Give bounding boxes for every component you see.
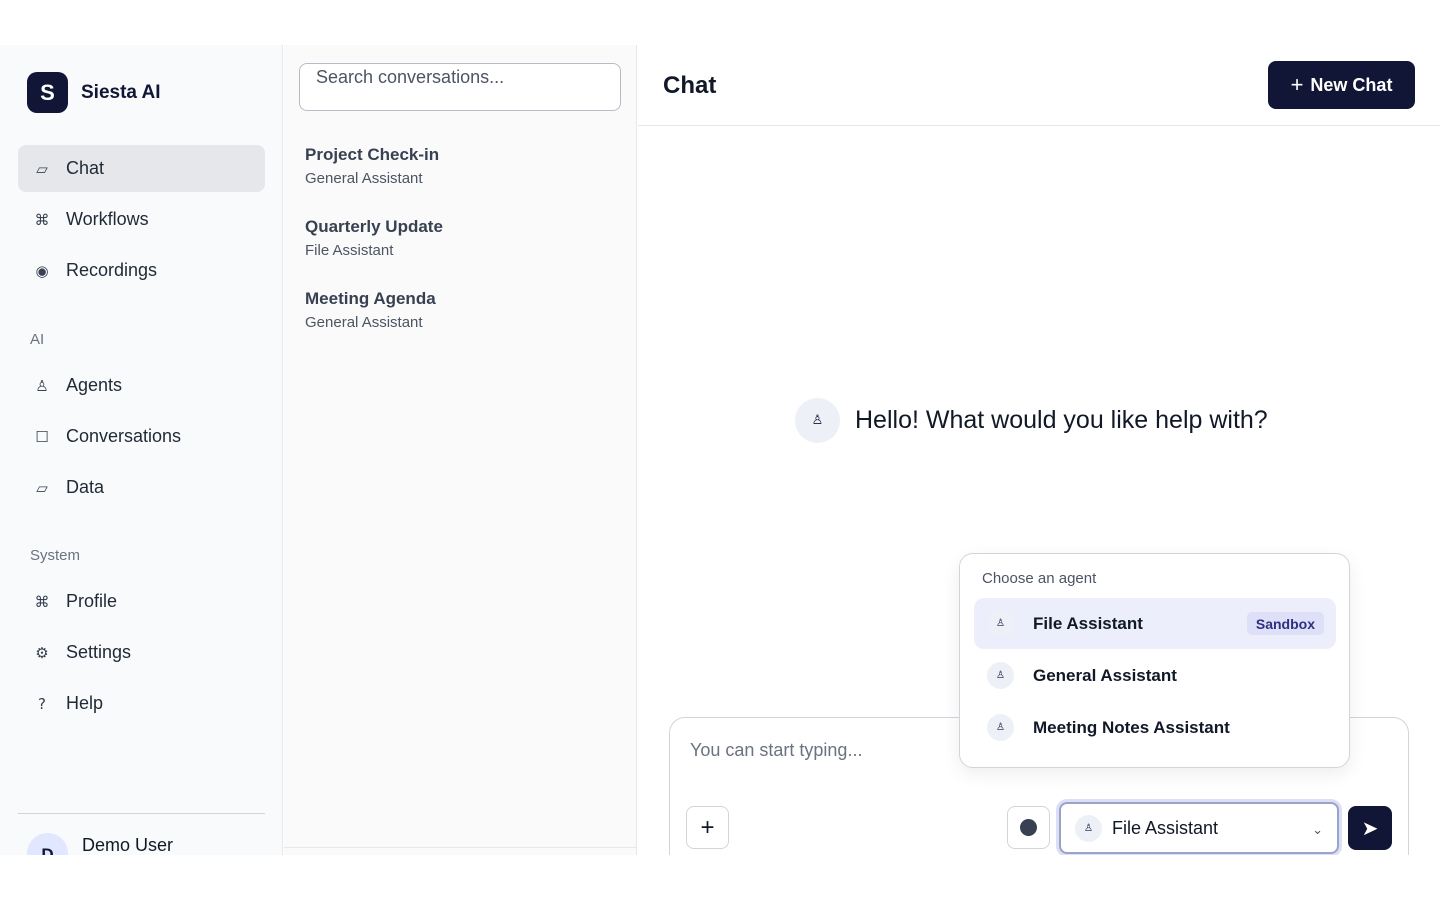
ai-nav: ♙ Agents ☐ Conversations ▱ Data [18, 362, 265, 515]
sidebar-item-agents[interactable]: ♙ Agents [18, 362, 265, 409]
agent-option-label: File Assistant [1033, 613, 1143, 633]
greeting: ♙ Hello! What would you like help with? [795, 398, 1268, 443]
conversation-agent: General Assistant [305, 170, 423, 187]
agent-dropdown: Choose an agent ♙ File Assistant Sandbox… [959, 553, 1350, 768]
agent-icon: ♙ [987, 610, 1014, 637]
list-item[interactable]: Quarterly Update File Assistant [305, 217, 615, 289]
list-item[interactable]: Project Check-in General Assistant [305, 145, 615, 217]
square-icon: ☐ [35, 427, 49, 446]
sidebar-item-workflows[interactable]: ⌘ Workflows [18, 196, 265, 243]
sidebar-item-data[interactable]: ▱ Data [18, 464, 265, 511]
selected-agent-label: File Assistant [1112, 817, 1219, 838]
section-label-system: System [30, 547, 81, 564]
command-icon: ⌘ [34, 592, 50, 611]
agent-option-file-assistant[interactable]: ♙ File Assistant Sandbox [974, 598, 1336, 649]
sidebar-item-profile[interactable]: ⌘ Profile [18, 578, 265, 625]
sidebar-item-label: Profile [66, 591, 118, 611]
attach-button[interactable]: + [686, 806, 729, 849]
greeting-text: Hello! What would you like help with? [855, 406, 1268, 434]
agent-icon: ♙ [35, 376, 49, 395]
search-input[interactable] [299, 63, 621, 111]
conversation-title: Project Check-in [305, 145, 440, 164]
command-icon: ⌘ [34, 210, 50, 229]
panel-divider [284, 847, 637, 848]
agent-icon: ♙ [1075, 814, 1102, 842]
chevron-down-icon: ⌄ [1312, 823, 1323, 838]
main-nav: ▱ Chat ⌘ Workflows ◉ Recordings [18, 145, 265, 298]
conversation-list: Project Check-in General Assistant Quart… [305, 145, 615, 361]
conversation-title: Meeting Agenda [305, 289, 436, 308]
sidebar-item-label: Agents [66, 375, 123, 395]
sidebar-item-label: Chat [66, 158, 105, 178]
agent-option-meeting-notes-assistant[interactable]: ♙ Meeting Notes Assistant [974, 702, 1336, 753]
status-badge: Sandbox [1246, 612, 1324, 635]
conversation-panel: Project Check-in General Assistant Quart… [284, 45, 637, 855]
agent-option-label: Meeting Notes Assistant [1033, 717, 1230, 737]
system-nav: ⌘ Profile ⚙ Settings ? Help [18, 578, 265, 731]
agent-option-general-assistant[interactable]: ♙ General Assistant [974, 650, 1336, 701]
brand-logo: S [27, 72, 68, 113]
gear-icon: ⚙ [35, 643, 49, 662]
dropdown-title: Choose an agent [982, 570, 1097, 587]
conversation-agent: General Assistant [305, 314, 423, 331]
user-name: Demo User [82, 835, 174, 855]
sidebar-item-help[interactable]: ? Help [18, 680, 265, 727]
help-icon: ? [38, 694, 46, 713]
sidebar-item-label: Conversations [66, 426, 182, 446]
agent-icon: ♙ [987, 714, 1014, 741]
agent-icon: ♙ [987, 662, 1014, 689]
data-icon: ▱ [36, 478, 48, 497]
chat-header: Chat + New Chat [638, 45, 1440, 126]
sidebar-item-recordings[interactable]: ◉ Recordings [18, 247, 265, 294]
sidebar: S Siesta AI ▱ Chat ⌘ Workflows ◉ Recordi… [0, 45, 283, 855]
sidebar-item-label: Help [66, 693, 104, 713]
page-title: Chat [663, 72, 717, 99]
record-icon: ◉ [35, 261, 49, 280]
user-menu[interactable]: D Demo User [27, 833, 173, 855]
sidebar-item-label: Data [66, 477, 105, 497]
message-input[interactable]: You can start typing... [690, 740, 862, 761]
avatar: D [27, 833, 68, 855]
chat-bubble-icon: ▱ [36, 159, 48, 178]
plus-icon: + [1290, 72, 1304, 97]
new-chat-label: New Chat [1310, 74, 1393, 95]
agent-option-label: General Assistant [1033, 665, 1177, 685]
app-window: S Siesta AI ▱ Chat ⌘ Workflows ◉ Recordi… [0, 45, 1440, 855]
agent-select[interactable]: ♙ File Assistant ⌄ [1059, 802, 1339, 854]
brand[interactable]: S Siesta AI [27, 72, 161, 113]
chat-main: Chat + New Chat ♙ Hello! What would you … [638, 45, 1440, 855]
send-button[interactable]: ➤ [1348, 806, 1392, 850]
sidebar-item-label: Workflows [66, 209, 149, 229]
sidebar-item-settings[interactable]: ⚙ Settings [18, 629, 265, 676]
record-button[interactable] [1007, 806, 1050, 849]
sidebar-item-label: Recordings [66, 260, 158, 280]
sidebar-item-label: Settings [66, 642, 132, 662]
sidebar-item-chat[interactable]: ▱ Chat [18, 145, 265, 192]
sidebar-divider [18, 813, 265, 814]
sidebar-item-conversations[interactable]: ☐ Conversations [18, 413, 265, 460]
record-icon [1020, 819, 1037, 836]
brand-name: Siesta AI [81, 81, 161, 103]
conversation-title: Quarterly Update [305, 217, 443, 236]
section-label-ai: AI [30, 331, 45, 348]
new-chat-button[interactable]: + New Chat [1268, 61, 1415, 109]
list-item[interactable]: Meeting Agenda General Assistant [305, 289, 615, 361]
agent-icon: ♙ [795, 398, 840, 443]
conversation-agent: File Assistant [305, 242, 394, 259]
